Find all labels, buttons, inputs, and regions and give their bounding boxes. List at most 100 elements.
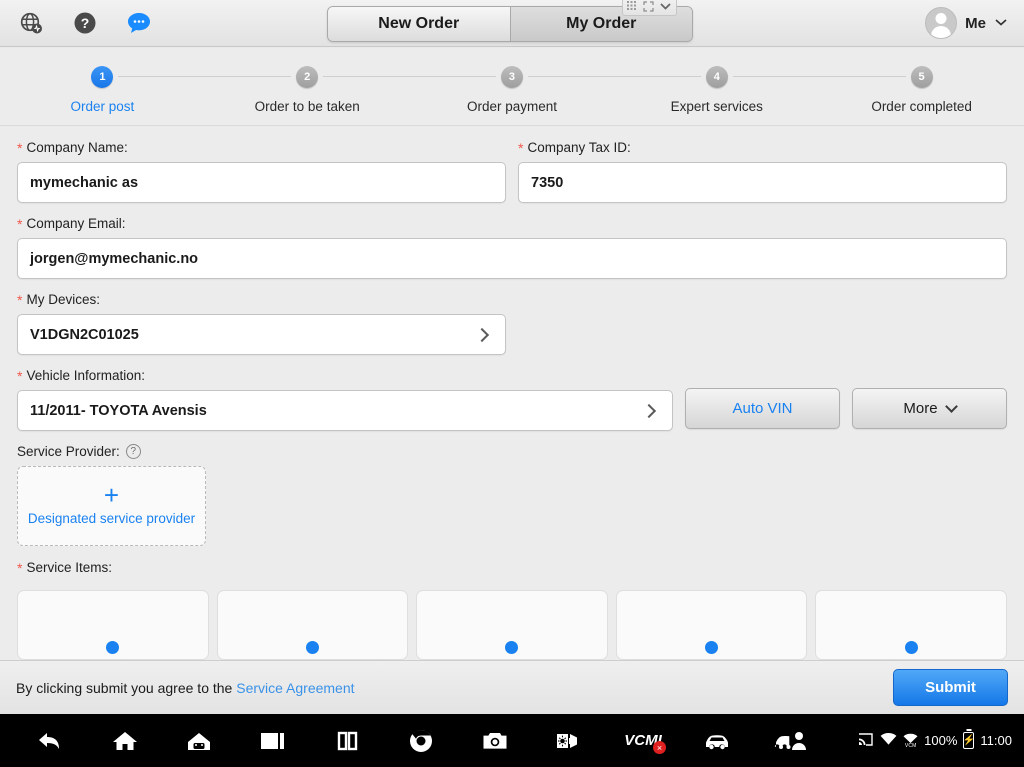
company-email-input[interactable]: jorgen@mymechanic.no xyxy=(17,238,1007,279)
service-agreement-link[interactable]: Service Agreement xyxy=(236,680,354,696)
android-navigation-bar: VCMI × VCM 100% ⚡ 11:00 xyxy=(0,714,1024,767)
my-devices-label: * My Devices: xyxy=(17,292,506,307)
service-item-card[interactable] xyxy=(815,590,1007,660)
step-expert-services[interactable]: 4 Expert services xyxy=(614,66,906,114)
remote-service-icon[interactable] xyxy=(754,714,828,767)
help-circle-icon[interactable]: ? xyxy=(125,444,141,459)
svg-text:?: ? xyxy=(81,15,90,31)
service-items-list xyxy=(0,590,1024,660)
plus-icon: + xyxy=(103,479,120,510)
label-text: Company Email: xyxy=(26,216,126,231)
back-icon[interactable] xyxy=(14,714,88,767)
my-devices-value: V1DGN2C01025 xyxy=(30,326,139,343)
step-order-post[interactable]: 1 Order post xyxy=(0,66,292,114)
step-connector xyxy=(323,76,496,77)
home-icon[interactable] xyxy=(88,714,162,767)
label-text: Service Provider: xyxy=(17,444,120,459)
step-order-completed[interactable]: 5 Order completed xyxy=(819,66,1024,114)
field-company-email: * Company Email: jorgen@mymechanic.no xyxy=(17,216,1007,279)
grid-icon[interactable] xyxy=(627,0,638,17)
company-email-label: * Company Email: xyxy=(17,216,1007,231)
step-number: 3 xyxy=(500,66,523,88)
step-number: 2 xyxy=(296,66,319,88)
service-item-icon xyxy=(305,640,319,654)
service-provider-label: Service Provider: ? xyxy=(17,444,206,459)
label-text: Service Items: xyxy=(26,560,112,575)
chevron-down-icon[interactable] xyxy=(659,0,672,17)
label-text: Company Name: xyxy=(26,140,128,155)
chevron-down-icon[interactable] xyxy=(994,14,1008,32)
step-order-payment[interactable]: 3 Order payment xyxy=(410,66,701,114)
service-item-card[interactable] xyxy=(17,590,209,660)
cast-icon xyxy=(857,732,874,750)
nav-button-group: VCMI × xyxy=(14,714,828,767)
service-item-icon xyxy=(505,640,519,654)
service-item-card[interactable] xyxy=(615,590,808,660)
floating-toolbar xyxy=(622,0,677,16)
service-item-icon xyxy=(705,640,719,654)
user-menu[interactable]: Me xyxy=(925,7,1008,39)
field-service-items: * Service Items: xyxy=(17,560,112,582)
step-connector xyxy=(118,76,292,77)
chevron-down-icon xyxy=(944,400,958,413)
status-indicators: VCM 100% ⚡ 11:00 xyxy=(857,732,1012,750)
step-number: 4 xyxy=(705,66,728,88)
expand-icon[interactable] xyxy=(643,0,654,17)
step-connector xyxy=(527,76,701,77)
step-number: 1 xyxy=(91,66,114,88)
vehicle-information-value: 11/2011- TOYOTA Avensis xyxy=(30,402,207,419)
my-devices-select[interactable]: V1DGN2C01025 xyxy=(17,314,506,355)
chat-bubble-icon[interactable] xyxy=(126,10,152,36)
auto-vin-button[interactable]: Auto VIN xyxy=(685,388,840,429)
vehicle-information-select[interactable]: 11/2011- TOYOTA Avensis xyxy=(17,390,673,431)
step-label: Order payment xyxy=(466,99,558,114)
company-name-input[interactable]: mymechanic as xyxy=(17,162,506,203)
agreement-bar: By clicking submit you agree to the Serv… xyxy=(0,660,1024,714)
chevron-right-icon xyxy=(474,327,490,342)
required-asterisk: * xyxy=(17,139,23,156)
service-provider-row: Service Provider: ? + Designated service… xyxy=(0,431,1024,546)
service-item-icon xyxy=(106,640,120,654)
android-home-icon[interactable] xyxy=(162,714,236,767)
camera-icon[interactable] xyxy=(458,714,532,767)
auto-vin-wrapper: Auto VIN xyxy=(685,388,840,431)
order-progress-stepper: 1 Order post 2 Order to be taken 3 Order… xyxy=(0,48,1024,126)
user-name: Me xyxy=(965,14,986,32)
recents-icon[interactable] xyxy=(236,714,310,767)
required-asterisk: * xyxy=(17,367,23,384)
step-number: 5 xyxy=(910,66,933,88)
agreement-text: By clicking submit you agree to the Serv… xyxy=(16,680,355,696)
email-row: * Company Email: jorgen@mymechanic.no xyxy=(0,203,1024,279)
globe-network-icon[interactable] xyxy=(18,10,44,36)
label-text: My Devices: xyxy=(26,292,100,307)
more-button[interactable]: More xyxy=(852,388,1007,429)
field-my-devices: * My Devices: V1DGN2C01025 xyxy=(17,292,506,355)
vehicle-icon[interactable] xyxy=(680,714,754,767)
split-screen-icon[interactable] xyxy=(310,714,384,767)
company-row: * Company Name: mymechanic as * Company … xyxy=(0,127,1024,203)
help-circle-icon[interactable]: ? xyxy=(72,10,98,36)
step-label: Order post xyxy=(70,99,135,114)
label-text: Vehicle Information: xyxy=(26,368,146,383)
company-tax-id-input[interactable]: 7350 xyxy=(518,162,1007,203)
submit-button[interactable]: Submit xyxy=(893,669,1008,706)
battery-charging-icon: ⚡ xyxy=(963,732,975,749)
more-label: More xyxy=(903,400,938,417)
display-settings-icon[interactable] xyxy=(532,714,606,767)
devices-row: * My Devices: V1DGN2C01025 xyxy=(0,279,1024,355)
wifi-icon xyxy=(880,732,897,749)
service-item-card[interactable] xyxy=(216,590,409,660)
designated-service-provider-label: Designated service provider xyxy=(27,510,196,526)
required-asterisk: * xyxy=(17,215,23,232)
tab-new-order[interactable]: New Order xyxy=(328,7,511,41)
vcmi-icon[interactable]: VCMI × xyxy=(606,714,680,767)
step-connector xyxy=(732,76,906,77)
top-icon-group: ? xyxy=(18,10,152,36)
step-order-to-be-taken[interactable]: 2 Order to be taken xyxy=(205,66,496,114)
service-item-card[interactable] xyxy=(416,590,608,660)
vcmi-error-badge: × xyxy=(653,741,666,754)
add-designated-service-provider-button[interactable]: + Designated service provider xyxy=(17,466,206,546)
browser-icon[interactable] xyxy=(384,714,458,767)
vehicle-row: * Vehicle Information: 11/2011- TOYOTA A… xyxy=(0,355,1024,431)
step-label: Order completed xyxy=(871,99,972,114)
